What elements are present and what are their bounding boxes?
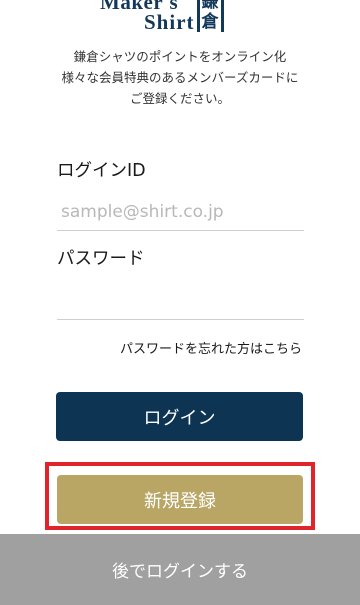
intro-text-line-1: 鎌倉シャツのポイントをオンライン化 [73,49,287,64]
intro-text-line-3: ご登録ください。 [129,91,230,106]
login-later-button[interactable]: 後でログインする [0,534,360,605]
login-screen: Maker's Shirt 鎌 倉 鎌倉シャツのポイントをオンライン化 様々な会… [0,0,360,605]
logo-kanji-kama: 鎌 [196,0,224,12]
logo-word-shirt: Shirt [144,10,195,34]
makers-shirt-logo: Maker's Shirt 鎌 倉 [100,0,260,42]
login-id-label: ログインID [57,161,146,181]
login-id-input[interactable] [57,194,304,231]
password-label: パスワード [57,249,145,269]
register-button[interactable]: 新規登録 [57,475,303,524]
logo-kanji-kura: 倉 [196,12,224,32]
forgot-password-link[interactable]: パスワードを忘れた方はこちら [120,338,302,357]
logo-wordmark: Maker's Shirt [100,0,195,34]
logo-kanji: 鎌 倉 [196,0,224,32]
login-button[interactable]: ログイン [56,392,303,441]
password-input[interactable] [57,284,304,320]
intro-text-line-2: 様々な会員特典のあるメンバーズカードに [61,70,299,85]
